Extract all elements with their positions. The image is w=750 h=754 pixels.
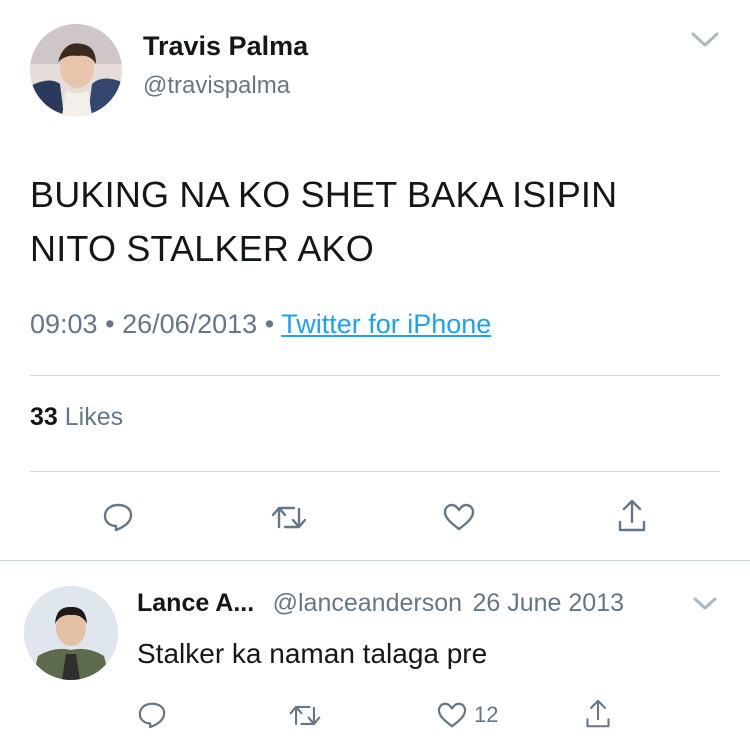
tweet-text-line-2: NITO STALKER AKO bbox=[30, 228, 374, 269]
reply-date[interactable]: 26 June 2013 bbox=[472, 589, 624, 617]
tweet-text: BUKING NA KO SHET BAKA ISIPIN NITO STALK… bbox=[30, 168, 730, 276]
divider bbox=[30, 375, 720, 376]
reply-icon[interactable] bbox=[132, 697, 172, 733]
tweet-date: 26/06/2013 bbox=[122, 309, 258, 339]
reply-author-name[interactable]: Lance A... bbox=[137, 589, 254, 617]
share-icon[interactable] bbox=[610, 494, 654, 538]
author-handle[interactable]: @travispalma bbox=[143, 72, 290, 100]
divider bbox=[0, 560, 750, 561]
likes-label: Likes bbox=[64, 403, 124, 431]
meta-separator-dot: • bbox=[264, 309, 282, 339]
heart-icon[interactable] bbox=[432, 697, 472, 733]
avatar-photo bbox=[24, 586, 118, 680]
author-name[interactable]: Travis Palma bbox=[143, 31, 308, 62]
tweet-time: 09:03 bbox=[30, 309, 98, 339]
author-avatar[interactable] bbox=[30, 24, 122, 116]
tweet-meta: 09:03 • 26/06/2013 • Twitter for iPhone bbox=[30, 309, 491, 340]
tweet-text-line-1: BUKING NA KO SHET BAKA ISIPIN bbox=[30, 174, 618, 215]
reply-header: Lance A... @lanceanderson 26 June 2013 bbox=[137, 589, 624, 618]
share-icon[interactable] bbox=[578, 694, 618, 734]
reply-like-count: 12 bbox=[474, 702, 499, 727]
chevron-down-icon[interactable] bbox=[688, 26, 722, 54]
meta-separator-dot: • bbox=[105, 309, 123, 339]
heart-icon[interactable] bbox=[437, 497, 481, 537]
avatar-photo bbox=[30, 24, 122, 116]
likes-count: 33 bbox=[30, 403, 58, 431]
retweet-icon[interactable] bbox=[267, 497, 311, 537]
likes-stat[interactable]: 33 Likes bbox=[30, 403, 123, 432]
reply-author-avatar[interactable] bbox=[24, 586, 118, 680]
reply-icon[interactable] bbox=[96, 497, 140, 537]
chevron-down-icon[interactable] bbox=[690, 592, 720, 616]
divider bbox=[30, 471, 720, 472]
retweet-icon[interactable] bbox=[285, 697, 325, 733]
reply-author-handle[interactable]: @lanceanderson bbox=[273, 589, 462, 617]
reply-text: Stalker ka naman talaga pre bbox=[137, 638, 488, 669]
tweet-source-link[interactable]: Twitter for iPhone bbox=[281, 309, 491, 339]
